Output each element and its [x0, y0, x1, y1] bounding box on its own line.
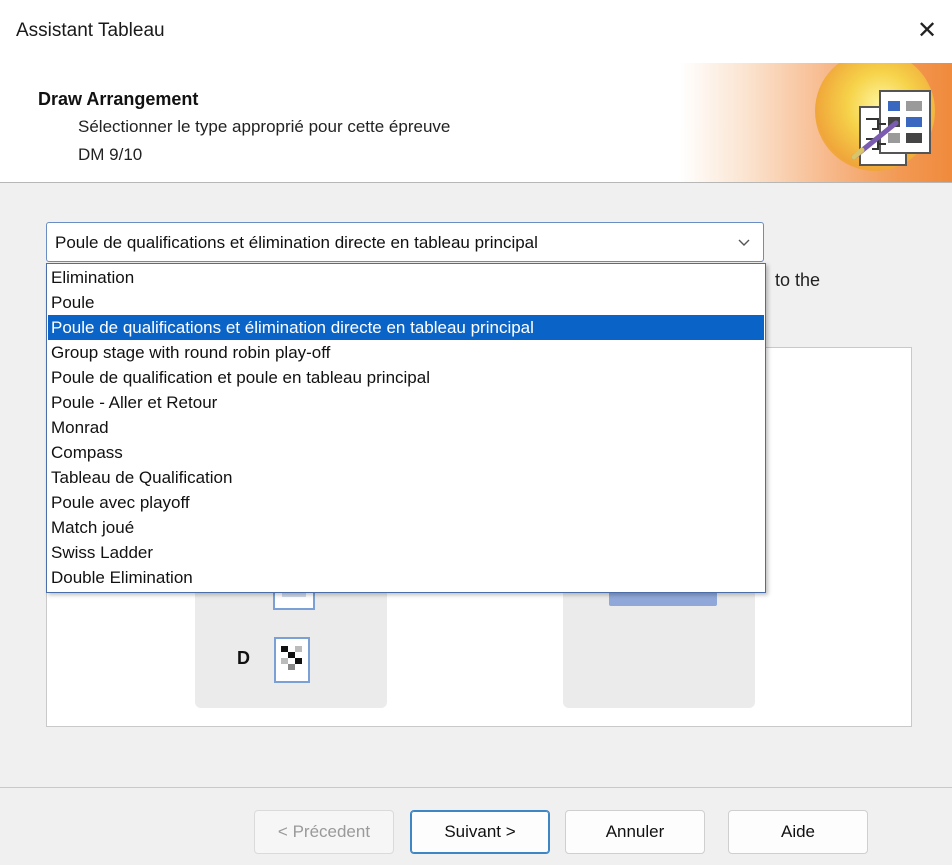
option-group-stage-round-robin[interactable]: Group stage with round robin play-off [48, 340, 764, 365]
close-icon[interactable]: ✕ [910, 14, 944, 48]
wizard-window: Assistant Tableau ✕ Draw Arrangement Sél… [0, 0, 952, 865]
cancel-button[interactable]: Annuler [565, 810, 705, 854]
draw-type-dropdown-list[interactable]: Elimination Poule Poule de qualification… [46, 263, 766, 593]
option-poule-aller-retour[interactable]: Poule - Aller et Retour [48, 390, 764, 415]
option-poule-avec-playoff[interactable]: Poule avec playoff [48, 490, 764, 515]
next-button[interactable]: Suivant > [410, 810, 550, 854]
option-match-joue[interactable]: Match joué [48, 515, 764, 540]
option-elimination[interactable]: Elimination [48, 265, 764, 290]
draw-sheet-small-icon [274, 637, 310, 683]
option-poule[interactable]: Poule [48, 290, 764, 315]
draw-sheet-icon [851, 90, 931, 166]
wizard-header: Draw Arrangement Sélectionner le type ap… [0, 63, 952, 183]
previous-button[interactable]: < Précedent [254, 810, 394, 854]
title-bar: Assistant Tableau ✕ [0, 0, 952, 63]
option-swiss-ladder[interactable]: Swiss Ladder [48, 540, 764, 565]
draw-type-select[interactable]: Poule de qualifications et élimination d… [46, 222, 764, 262]
chevron-down-icon[interactable] [737, 235, 751, 249]
option-poule-qualifications-elimination[interactable]: Poule de qualifications et élimination d… [48, 315, 764, 340]
option-monrad[interactable]: Monrad [48, 415, 764, 440]
step-subtitle: Sélectionner le type approprié pour cett… [78, 117, 451, 136]
preview-letter-d: D [237, 648, 250, 668]
header-banner [680, 63, 952, 182]
option-double-elimination[interactable]: Double Elimination [48, 565, 764, 590]
window-title: Assistant Tableau [16, 20, 165, 41]
option-tableau-qualification[interactable]: Tableau de Qualification [48, 465, 764, 490]
draw-type-selected-value: Poule de qualifications et élimination d… [55, 233, 538, 252]
event-name: DM 9/10 [78, 145, 143, 164]
footer-divider [0, 787, 952, 788]
option-compass[interactable]: Compass [48, 440, 764, 465]
step-title: Draw Arrangement [38, 89, 199, 109]
option-poule-qualification-poule[interactable]: Poule de qualification et poule en table… [48, 365, 764, 390]
description-text-fragment: to the [775, 270, 821, 290]
help-button[interactable]: Aide [728, 810, 868, 854]
